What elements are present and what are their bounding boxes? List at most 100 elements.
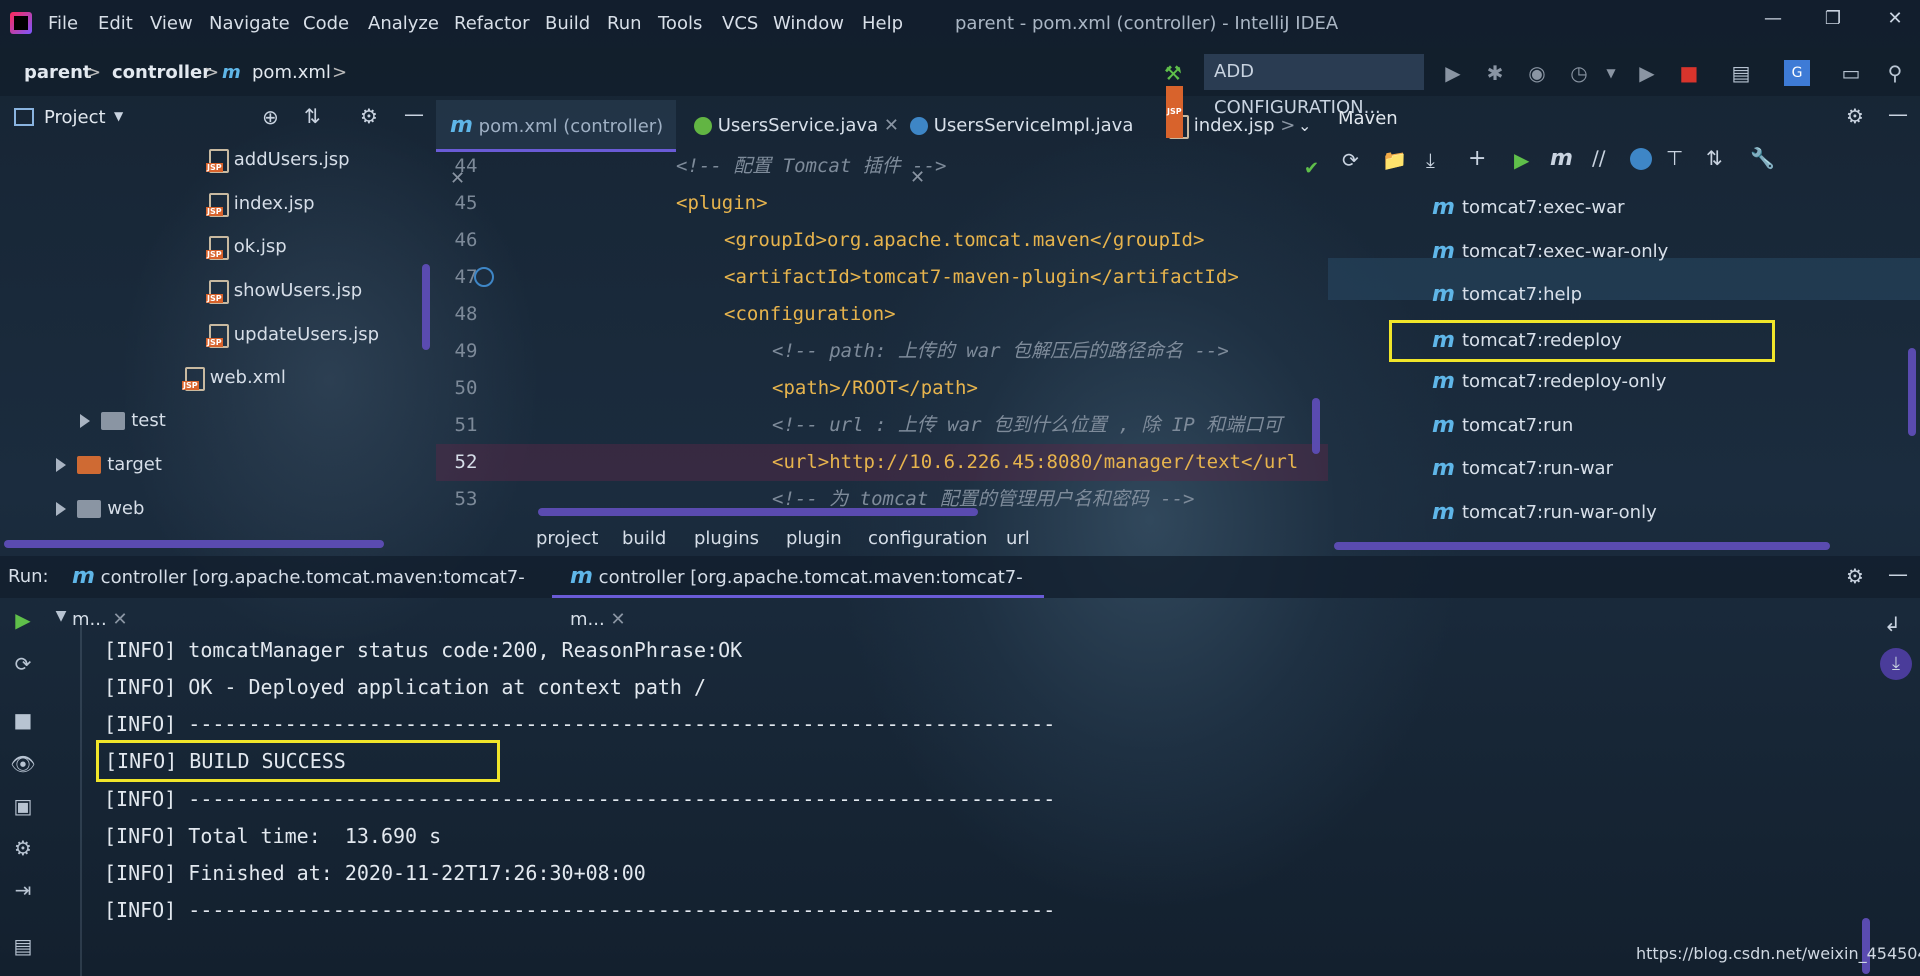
debug-icon[interactable]: ✱ [1482, 60, 1508, 86]
code-line[interactable]: 50 <path>/ROOT</path> [436, 370, 1328, 407]
expand-arrow-icon[interactable] [80, 414, 90, 428]
menu-run[interactable]: Run [607, 13, 642, 35]
breadcrumb-parent[interactable]: parent [24, 62, 92, 83]
chevron-down-icon[interactable]: ▼ [1598, 60, 1624, 86]
breadcrumb-pom[interactable]: pom.xml [252, 62, 331, 83]
maven-goal-exec-war[interactable]: m tomcat7:exec-war [1432, 190, 1625, 226]
menu-analyze[interactable]: Analyze [368, 13, 439, 35]
project-horizontal-scrollbar[interactable] [4, 540, 384, 548]
search-icon[interactable]: ⚲ [1882, 60, 1908, 86]
collapse-all-icon[interactable]: ⇅ [304, 104, 321, 128]
layout-icon[interactable]: ▤ [10, 934, 36, 960]
editor-horizontal-scrollbar[interactable] [538, 508, 978, 516]
project-vertical-scrollbar[interactable] [422, 264, 430, 350]
close-icon[interactable]: ✕ [1880, 8, 1910, 36]
maven-goal-help[interactable]: m tomcat7:help [1432, 277, 1582, 313]
show-dependencies-icon[interactable]: ⊤ [1666, 146, 1683, 170]
menu-help[interactable]: Help [862, 13, 903, 35]
maven-goal-run-war[interactable]: m tomcat7:run-war [1432, 451, 1613, 487]
stop-icon[interactable]: ■ [1676, 60, 1702, 86]
code-line[interactable]: 44 <!-- 配置 Tomcat 插件 --> [436, 148, 1328, 185]
add-icon[interactable]: + [1468, 146, 1486, 171]
locate-icon[interactable]: ⊕ [262, 105, 279, 129]
code-line[interactable]: 47 <artifactId>tomcat7-maven-plugin</arti… [436, 259, 1328, 296]
code-line[interactable]: 45 <plugin> [436, 185, 1328, 222]
crumb-url[interactable]: url [1006, 528, 1030, 549]
gear-icon[interactable]: ⚙ [360, 104, 378, 128]
tree-item-addusers[interactable]: addUsers.jsp [206, 148, 350, 173]
menu-navigate[interactable]: Navigate [209, 13, 290, 35]
settings-gear-icon[interactable]: ⚙ [10, 836, 36, 862]
menu-file[interactable]: File [48, 13, 78, 35]
menu-window[interactable]: Window [773, 13, 844, 35]
code-line[interactable]: 46 <groupId>org.apache.tomcat.maven</grou… [436, 222, 1328, 259]
coverage-icon[interactable]: ◉ [1524, 60, 1550, 86]
maven-vertical-scrollbar[interactable] [1908, 348, 1916, 436]
generate-sources-icon[interactable]: 📁 [1382, 148, 1407, 172]
crumb-configuration[interactable]: configuration [868, 528, 987, 549]
menu-vcs[interactable]: VCS [722, 13, 758, 35]
run-maven-icon[interactable]: ▶ [1514, 148, 1529, 172]
scroll-to-end-icon[interactable]: ⤓ [1880, 648, 1912, 680]
crumb-project[interactable]: project [536, 528, 598, 549]
maven-goal-redeploy-only[interactable]: m tomcat7:redeploy-only [1432, 364, 1666, 400]
build-hammer-icon[interactable]: ⚒ [1160, 60, 1186, 86]
code-line-current[interactable]: 52 <url>http://10.6.226.45:8080/manager/t… [436, 444, 1328, 481]
profile-icon[interactable]: ◷ [1566, 60, 1592, 86]
tab-usersservice[interactable]: UsersService.java ✕ [694, 100, 902, 152]
project-structure-icon[interactable]: ▤ [1728, 60, 1754, 86]
maven-goal-redeploy[interactable]: m tomcat7:redeploy [1389, 320, 1775, 362]
menu-build[interactable]: Build [545, 13, 590, 35]
close-icon[interactable]: ✕ [884, 115, 899, 136]
overridden-method-icon[interactable] [474, 267, 494, 287]
toggle-offline-icon[interactable]: ∕∕ [1592, 146, 1605, 170]
maven-goal-run-war-only[interactable]: m tomcat7:run-war-only [1432, 495, 1657, 531]
camera-icon[interactable]: ▣ [10, 794, 36, 820]
tab-index-jsp[interactable]: index.jsp > [1166, 86, 1296, 152]
hide-panel-icon[interactable]: — [404, 102, 424, 126]
editor-vertical-scrollbar[interactable] [1312, 398, 1320, 454]
chevron-down-icon[interactable]: ⌄ [1298, 100, 1324, 152]
tree-item-web[interactable]: web [56, 498, 144, 522]
presentation-icon[interactable]: ▭ [1838, 60, 1864, 86]
run-icon[interactable]: ▶ [1440, 60, 1466, 86]
tree-item-test[interactable]: test [80, 410, 166, 434]
tab-pom-xml[interactable]: m pom.xml (controller) ✕ [436, 100, 676, 189]
restore-icon[interactable]: ❐ [1818, 8, 1848, 36]
code-line[interactable]: 53 <!-- 为 tomcat 配置的管理用户名和密码 --> [436, 481, 1328, 511]
hide-panel-icon[interactable]: — [1888, 562, 1908, 586]
menu-edit[interactable]: Edit [98, 13, 133, 35]
tab-usersserviceimpl[interactable]: UsersServiceImpl.java ✕ [910, 100, 1146, 188]
menu-view[interactable]: View [150, 13, 193, 35]
tree-item-ok[interactable]: ok.jsp [206, 235, 287, 260]
wrench-icon[interactable]: 🔧 [1750, 146, 1775, 170]
run-tab-1[interactable]: m controller [org.apache.tomcat.maven:to… [72, 556, 536, 630]
project-title[interactable]: Project [44, 107, 106, 128]
soft-wrap-icon[interactable]: ↲ [1884, 612, 1901, 636]
crumb-build[interactable]: build [622, 528, 666, 549]
rerun-icon[interactable]: ▶ [10, 608, 36, 634]
add-configuration-button[interactable]: ADD CONFIGURATION... [1204, 54, 1424, 118]
tree-item-target[interactable]: target [56, 454, 162, 478]
menu-tools[interactable]: Tools [658, 13, 702, 35]
run-anything-icon[interactable]: ▶ [1634, 60, 1660, 86]
tree-item-showusers[interactable]: showUsers.jsp [206, 279, 362, 304]
tree-item-webxml[interactable]: web.xml [182, 366, 286, 391]
run-tab-2[interactable]: m controller [org.apache.tomcat.maven:to… [552, 556, 1044, 630]
maven-goal-run[interactable]: m tomcat7:run [1432, 408, 1573, 444]
chevron-down-icon[interactable]: ▼ [48, 608, 74, 634]
rerun-failed-icon[interactable]: ⟳ [10, 652, 36, 678]
execute-goal-icon[interactable]: m [1550, 146, 1573, 171]
code-line[interactable]: 49 <!-- path: 上传的 war 包解压后的路径命名 --> [436, 333, 1328, 370]
tree-item-updateusers[interactable]: updateUsers.jsp [206, 323, 379, 348]
maven-goal-exec-war-only[interactable]: m tomcat7:exec-war-only [1432, 234, 1668, 270]
expand-arrow-icon[interactable] [56, 502, 66, 516]
code-line[interactable]: 48 <configuration> [436, 296, 1328, 333]
crumb-plugin[interactable]: plugin [786, 528, 842, 549]
menu-code[interactable]: Code [303, 13, 349, 35]
gear-icon[interactable]: ⚙ [1846, 104, 1864, 128]
close-icon[interactable]: ✕ [610, 609, 625, 630]
stop-icon[interactable]: ■ [10, 708, 36, 734]
minimize-icon[interactable]: — [1758, 8, 1788, 36]
skip-tests-icon[interactable] [1630, 148, 1652, 170]
